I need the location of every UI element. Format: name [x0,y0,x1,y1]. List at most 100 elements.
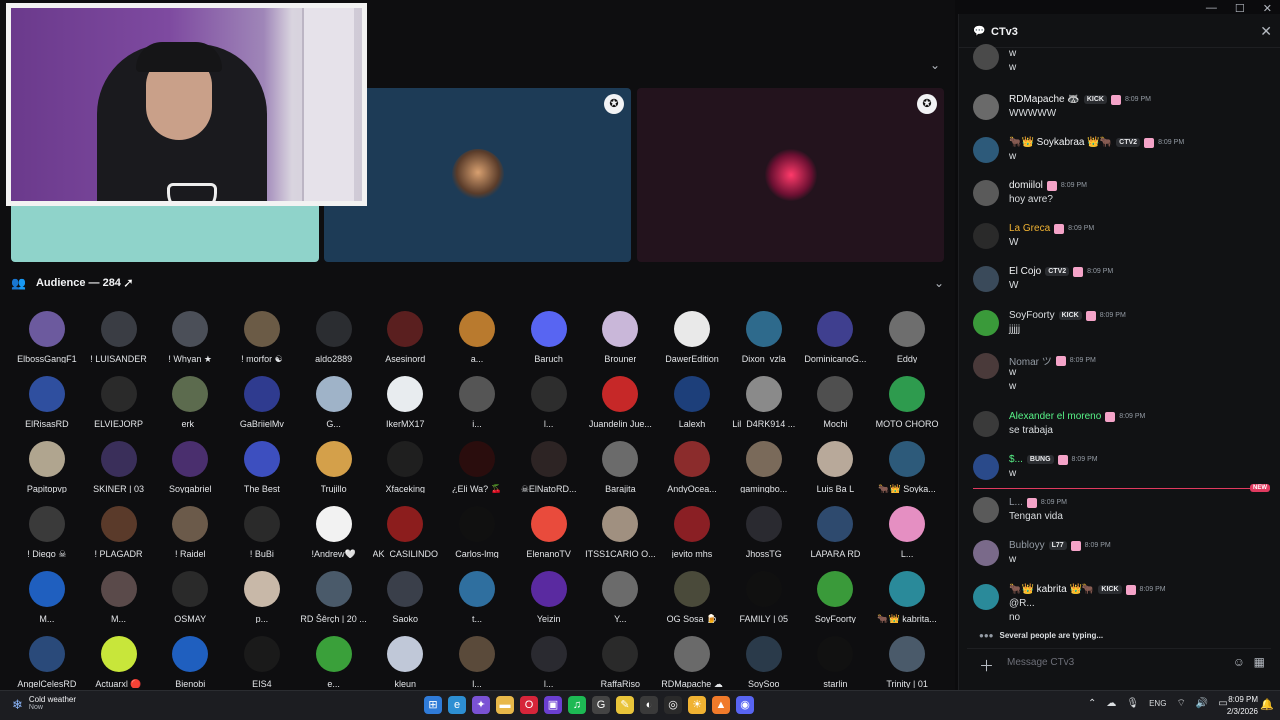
edge-icon[interactable]: e [448,696,466,714]
audience-member[interactable]: ! Whyan ★ [154,311,226,363]
maximize-button[interactable]: ☐ [1235,2,1245,15]
clock[interactable]: 8:09 PM 2/3/2026 [1227,694,1258,718]
audience-member[interactable]: SoySoo [728,636,800,688]
audience-member[interactable]: FAMILY | 05 [728,571,800,623]
minimize-button[interactable]: — [1206,2,1217,15]
audience-member[interactable]: EIS4 [226,636,298,688]
audience-member[interactable]: RD Šêrçh | 20 ... [298,571,370,623]
language-indicator[interactable]: ENG [1149,699,1166,708]
audience-member[interactable]: l... [441,636,513,688]
audience-header[interactable]: 👥 Audience — 284 ➚ ⌄ [11,274,944,292]
app-icon[interactable]: ☀ [688,696,706,714]
message-input[interactable] [1007,657,1207,668]
close-window-button[interactable]: ✕ [1263,2,1272,15]
message-author[interactable]: Nomar ツ [1009,353,1052,368]
message-author[interactable]: El Cojo [1009,266,1041,277]
audience-member[interactable]: a... [441,311,513,363]
audience-member[interactable]: OSMAY [154,571,226,623]
audience-member[interactable]: ! PLAGADR [83,506,155,558]
add-attachment-button[interactable]: ＋ [979,655,994,676]
audience-member[interactable]: SKINER | 03 [83,441,155,493]
message-author[interactable]: Alexander el moreno [1009,411,1101,422]
audience-member[interactable]: ! Raidel [154,506,226,558]
message-author[interactable]: $... [1009,454,1023,465]
audience-member[interactable]: ElRisasRD [11,376,83,428]
github-icon[interactable]: G [592,696,610,714]
audience-member[interactable]: Actuarxl 🔴 [83,636,155,688]
app-icon[interactable]: ◎ [664,696,682,714]
discord-icon[interactable]: ◉ [736,696,754,714]
message-author[interactable]: RDMapache 🦝 [1009,94,1080,105]
audience-member[interactable]: ElbossGangF1 [11,311,83,363]
audience-member[interactable]: ☠ElNatoRD... [513,441,585,493]
audience-member[interactable]: Barajita [585,441,657,493]
close-icon[interactable]: ✕ [1260,23,1272,40]
wifi-icon[interactable]: ⌔ [1176,697,1185,710]
message-author[interactable]: 🐂👑 Soykabraa 👑🐂 [1009,137,1112,148]
audience-member[interactable]: ! LUISANDER [83,311,155,363]
audience-member[interactable]: i... [441,376,513,428]
audience-member[interactable]: !Andrew🤍 [298,506,370,558]
audience-member[interactable]: DawerEdition [656,311,728,363]
audience-member[interactable]: L... [871,506,943,558]
audience-member[interactable]: JhossTG [728,506,800,558]
audience-member[interactable]: ElenanoTV [513,506,585,558]
windows-start-icon[interactable]: ⊞ [424,696,442,714]
audience-member[interactable]: MOTO CHORO [871,376,943,428]
spotify-icon[interactable]: ♫ [568,696,586,714]
audience-member[interactable]: Brouner [585,311,657,363]
notification-bell-icon[interactable]: 🔔 [1260,698,1274,711]
cloud-icon[interactable]: ☁ [1106,698,1116,709]
audience-member[interactable]: Papitopvp [11,441,83,493]
audience-member[interactable]: Yeizin [513,571,585,623]
audience-member[interactable]: l... [513,636,585,688]
audience-member[interactable]: l... [513,376,585,428]
speaker-tile[interactable]: ✪ [324,88,631,262]
audience-member[interactable]: M... [83,571,155,623]
audience-member[interactable]: RDMapache ☁ [656,636,728,688]
audience-member[interactable]: erk_ [154,376,226,428]
audience-member[interactable]: Asesinord [369,311,441,363]
audience-member[interactable]: OG Sosa 🍺 [656,571,728,623]
audience-member[interactable]: IkerMX17 [369,376,441,428]
audience-member[interactable]: t... [441,571,513,623]
audience-member[interactable]: AngelCelesRD [11,636,83,688]
audience-member[interactable]: ! BuBi [226,506,298,558]
message-author[interactable]: domiilol [1009,180,1043,191]
audience-member[interactable]: Lil_D4RK914 ... [728,376,800,428]
audience-member[interactable]: p... [226,571,298,623]
audience-member[interactable]: Soygabriel [154,441,226,493]
message-author[interactable]: Bubloyy [1009,540,1045,551]
weather-widget[interactable]: ❄ Cold weather Now [12,695,76,713]
copilot-icon[interactable]: ✦ [472,696,490,714]
audience-member[interactable]: Luis Ba L [800,441,872,493]
audience-member[interactable]: e... [298,636,370,688]
audience-member[interactable]: Y... [585,571,657,623]
audience-member[interactable]: Baruch [513,311,585,363]
chevron-down-icon[interactable]: ⌄ [934,276,944,290]
app-icon[interactable]: ◐ [640,696,658,714]
audience-member[interactable]: ITSS1CARIO O... [585,506,657,558]
audience-member[interactable]: ! Diego ☠ [11,506,83,558]
audience-member[interactable]: aldo2889 [298,311,370,363]
audience-member[interactable]: M... [11,571,83,623]
audience-member[interactable]: Juandelin Jue... [585,376,657,428]
audience-member[interactable]: AndyOcea... [656,441,728,493]
audience-member[interactable]: gamingbo... [728,441,800,493]
audience-member[interactable]: Mochi [800,376,872,428]
audience-member[interactable]: AK_CASILINDO [369,506,441,558]
notes-icon[interactable]: ✎ [616,696,634,714]
audience-member[interactable]: Trujillo [298,441,370,493]
message-author[interactable]: L... [1009,497,1023,508]
audience-member[interactable]: Carlos-lmg [441,506,513,558]
audience-member[interactable]: DominicanoG... [800,311,872,363]
audience-member[interactable]: Saoko [369,571,441,623]
audience-member[interactable]: kleun [369,636,441,688]
audience-member[interactable]: Lalexh [656,376,728,428]
audience-member[interactable]: G... [298,376,370,428]
audience-member[interactable]: 🐂👑 Soyka... [871,441,943,493]
audience-member[interactable]: ¿Eli Wa? 🍒 [441,441,513,493]
app-icon[interactable]: ▣ [544,696,562,714]
message-author[interactable]: 🐂👑 kabrita 👑🐂 [1009,584,1094,595]
audience-member[interactable]: Eddy [871,311,943,363]
